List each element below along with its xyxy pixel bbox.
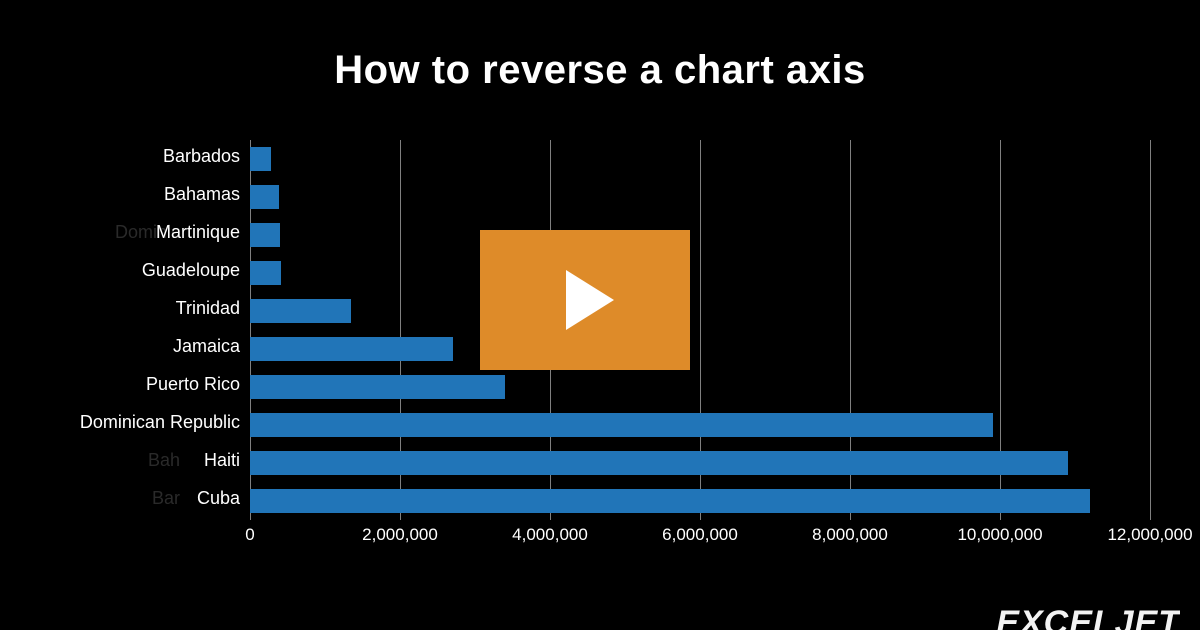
x-tick-label: 12,000,000 <box>1107 525 1192 545</box>
x-tick-label: 4,000,000 <box>512 525 588 545</box>
gridline <box>1150 140 1151 520</box>
brand-logo: EXCELJET <box>996 602 1180 630</box>
bar <box>250 299 351 323</box>
bar <box>250 223 280 247</box>
x-tick-label: 2,000,000 <box>362 525 438 545</box>
bar <box>250 451 1068 475</box>
bar <box>250 413 993 437</box>
x-axis: 02,000,0004,000,0006,000,0008,000,00010,… <box>250 525 1150 555</box>
bar-row: DominicMartinique <box>250 216 1150 254</box>
bar-row: BarCuba <box>250 482 1150 520</box>
x-tick-label: 10,000,000 <box>957 525 1042 545</box>
category-label: Barbados <box>50 144 240 168</box>
bar-row: Bahamas <box>250 178 1150 216</box>
category-label: Puerto Rico <box>50 372 240 396</box>
plot-area: BarbadosBahamasDominicMartiniqueGuadelou… <box>250 140 1150 520</box>
play-icon <box>566 270 614 330</box>
bar-row: Barbados <box>250 140 1150 178</box>
bar-row: Trinidad <box>250 292 1150 330</box>
category-label: Jamaica <box>50 334 240 358</box>
category-label: Cuba <box>50 486 240 510</box>
page-title: How to reverse a chart axis <box>0 0 1200 93</box>
bar <box>250 375 505 399</box>
play-button[interactable] <box>480 230 690 370</box>
category-label: Martinique <box>50 220 240 244</box>
bar-row: BahHaiti <box>250 444 1150 482</box>
category-label: Bahamas <box>50 182 240 206</box>
category-label: Trinidad <box>50 296 240 320</box>
bar-row: Jamaica <box>250 330 1150 368</box>
category-label: Haiti <box>50 448 240 472</box>
x-tick-label: 6,000,000 <box>662 525 738 545</box>
bar <box>250 185 279 209</box>
category-label: Guadeloupe <box>50 258 240 282</box>
bar <box>250 261 281 285</box>
bar-row: Dominican Republic <box>250 406 1150 444</box>
x-tick-label: 0 <box>245 525 254 545</box>
bar <box>250 337 453 361</box>
bar-row: Guadeloupe <box>250 254 1150 292</box>
x-tick-label: 8,000,000 <box>812 525 888 545</box>
bar-row: Puerto Rico <box>250 368 1150 406</box>
bar <box>250 147 271 171</box>
bar <box>250 489 1090 513</box>
category-label: Dominican Republic <box>50 410 240 434</box>
